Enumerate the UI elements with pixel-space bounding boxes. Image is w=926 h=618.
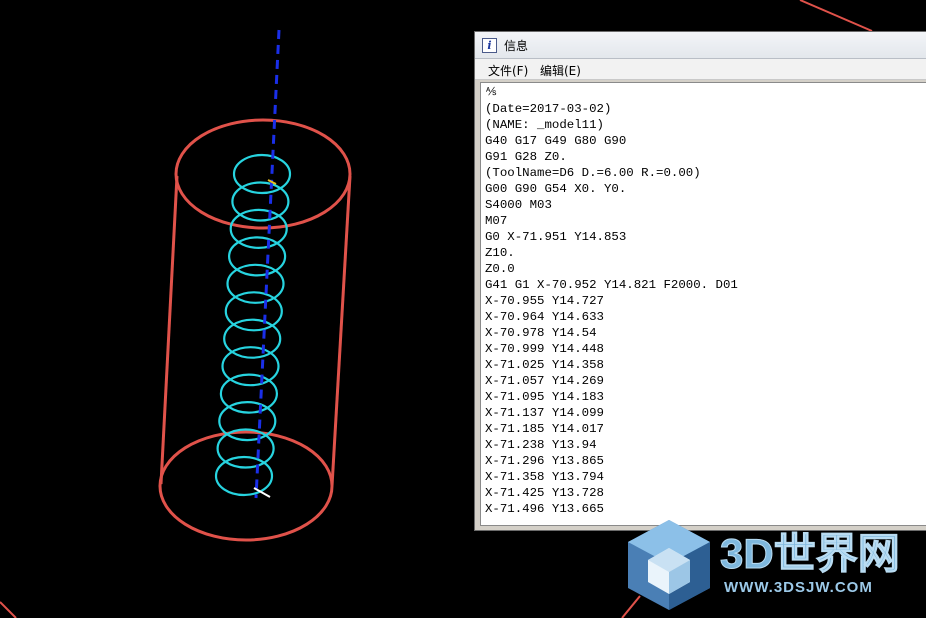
nc-code-line: X-71.095 Y14.183 <box>485 390 604 404</box>
window-titlebar[interactable]: i 信息 <box>475 32 926 59</box>
info-window[interactable]: i 信息 文件(F) 编辑(E) ⅍ (Date=2017-03-02) (NAM… <box>474 31 926 531</box>
nc-code-line: Z0.0 <box>485 262 515 276</box>
nc-code-line: X-71.425 Y13.728 <box>485 486 604 500</box>
watermark-brand: 3D世界网 <box>720 530 900 577</box>
window-title: 信息 <box>504 39 529 53</box>
nc-code-line: X-70.999 Y14.448 <box>485 342 604 356</box>
cylinder-right-edge <box>330 175 352 487</box>
cylinder-bottom-rim <box>158 430 334 542</box>
nc-code-line: G00 G90 G54 X0. Y0. <box>485 182 627 196</box>
scene-edge-line <box>0 601 17 618</box>
nc-code-line: (ToolName=D6 D.=6.00 R.=0.00) <box>485 166 701 180</box>
nc-code-line: X-70.964 Y14.633 <box>485 310 604 324</box>
helix-loop <box>214 455 274 497</box>
nc-code-line: X-71.358 Y13.794 <box>485 470 604 484</box>
nc-code-line: G0 X-71.951 Y14.853 <box>485 230 627 244</box>
text-cursor: ⅍ <box>486 85 497 98</box>
nc-code-textarea[interactable]: ⅍ (Date=2017-03-02) (NAME: _model11) G40 G… <box>480 82 926 526</box>
nc-code-line: X-71.025 Y14.358 <box>485 358 604 372</box>
nc-code-line: X-70.955 Y14.727 <box>485 294 604 308</box>
helix-toolpath <box>214 153 292 497</box>
nc-code-line: G41 G1 X-70.952 Y14.821 F2000. D01 <box>485 278 738 292</box>
cylinder-left-edge <box>159 175 179 485</box>
nc-code-line: X-71.296 Y13.865 <box>485 454 604 468</box>
menu-file[interactable]: 文件(F) <box>488 62 528 79</box>
menu-bar: 文件(F) 编辑(E) <box>475 59 926 80</box>
nc-code-line: X-71.238 Y13.94 <box>485 438 597 452</box>
nc-code-line: Z10. <box>485 246 515 260</box>
nc-code-line: X-71.185 Y14.017 <box>485 422 604 436</box>
nc-code-line: X-70.978 Y14.54 <box>485 326 597 340</box>
watermark-logo: 3D世界网 WWW.3DSJW.COM <box>628 520 900 610</box>
watermark-url: WWW.3DSJW.COM <box>724 579 873 596</box>
nc-code-line: S4000 M03 <box>485 198 552 212</box>
nc-code-line: X-71.496 Y13.665 <box>485 502 604 516</box>
cube-logo-icon <box>628 520 710 610</box>
nc-code-line: (Date=2017-03-02) <box>485 102 612 116</box>
scene-edge-line <box>799 0 873 32</box>
nc-code-line: G91 G28 Z0. <box>485 150 567 164</box>
nc-code-line: X-71.057 Y14.269 <box>485 374 604 388</box>
cylinder-top-rim <box>174 118 352 230</box>
nc-code-line: G40 G17 G49 G80 G90 <box>485 134 627 148</box>
nc-code-lines: (Date=2017-03-02) (NAME: _model11) G40 G17… <box>485 101 738 517</box>
info-icon: i <box>482 38 497 53</box>
nc-code-line: (NAME: _model11) <box>485 118 604 132</box>
nc-code-line: M07 <box>485 214 508 228</box>
nc-code-line: X-71.137 Y14.099 <box>485 406 604 420</box>
menu-edit[interactable]: 编辑(E) <box>540 62 581 79</box>
